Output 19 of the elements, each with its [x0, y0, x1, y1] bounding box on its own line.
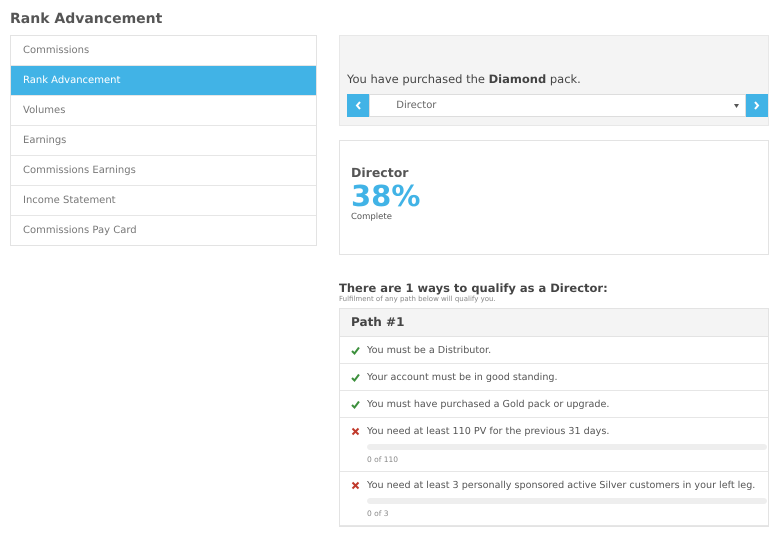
- requirement-text: You must be a Distributor.: [367, 345, 492, 356]
- chevron-right-icon: [753, 101, 760, 110]
- requirement-text: You need at least 110 PV for the previous 31 days.: [367, 426, 610, 437]
- path-title: Path #1: [340, 309, 768, 337]
- previous-button[interactable]: [347, 94, 370, 117]
- requirement-text: You must have purchased a Gold pack or upgrade.: [367, 399, 610, 410]
- caret-icon: [734, 104, 739, 108]
- sidebar-item[interactable]: Rank Advancement: [11, 65, 316, 95]
- next-button[interactable]: [746, 94, 768, 117]
- chevron-left-icon: [354, 101, 362, 110]
- qualify-heading: There are 1 ways to qualify as a Director:: [339, 281, 609, 295]
- rank-select[interactable]: Director: [369, 94, 746, 117]
- percent-complete: 38%: [351, 180, 420, 212]
- page-title: Rank Advancement: [10, 10, 164, 29]
- requirement-text: Your account must be in good standing.: [367, 372, 558, 383]
- complete-label: Complete: [351, 212, 392, 222]
- requirement-text: You need at least 3 personally sponsored active Silver customers in your left leg.: [367, 480, 756, 491]
- pack-message: You have purchased the Diamond pack.: [347, 72, 582, 86]
- rank-name: Director: [351, 165, 408, 180]
